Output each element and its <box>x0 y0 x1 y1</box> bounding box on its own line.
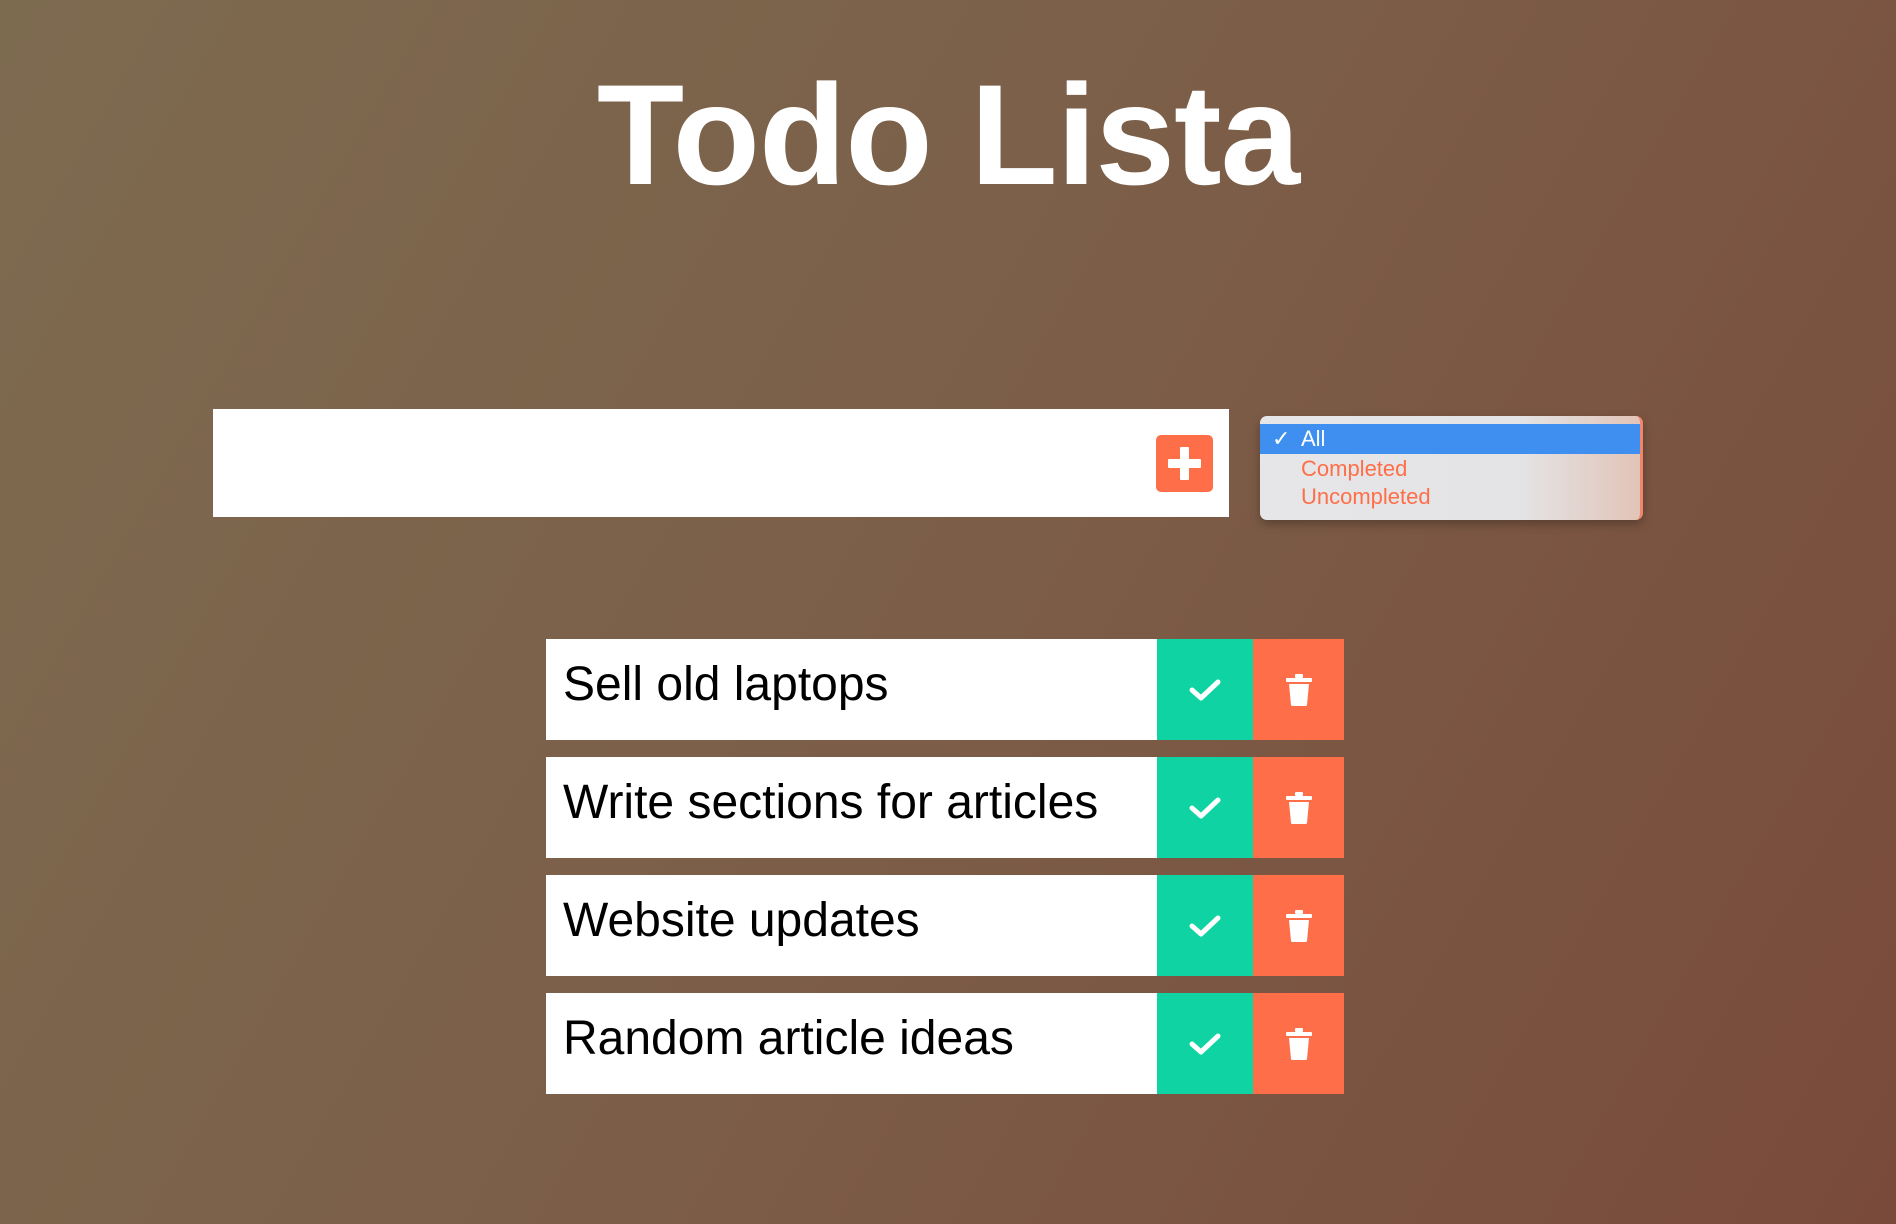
complete-button[interactable] <box>1157 993 1253 1094</box>
todo-input[interactable] <box>213 409 1143 517</box>
todo-item: Write sections for articles <box>546 757 1344 858</box>
filter-option-all[interactable]: ✓ All <box>1260 424 1640 454</box>
todo-item: Sell old laptops <box>546 639 1344 740</box>
check-icon <box>1189 797 1221 818</box>
todo-text: Website updates <box>563 894 920 947</box>
complete-button[interactable] <box>1157 639 1253 740</box>
filter-option-uncompleted[interactable]: Uncompleted <box>1260 482 1640 512</box>
todo-text: Write sections for articles <box>563 776 1099 829</box>
todo-text: Sell old laptops <box>563 658 889 711</box>
filter-dropdown[interactable]: ✓ All Completed Uncompleted <box>1260 416 1643 520</box>
todo-text: Random article ideas <box>563 1012 1014 1065</box>
trash-icon <box>1285 909 1312 942</box>
trash-icon <box>1285 1027 1312 1060</box>
check-icon <box>1189 1033 1221 1054</box>
todo-form <box>213 409 1229 517</box>
trash-button[interactable] <box>1253 875 1344 976</box>
todo-item: Website updates <box>546 875 1344 976</box>
filter-option-label: Uncompleted <box>1301 484 1431 509</box>
complete-button[interactable] <box>1157 875 1253 976</box>
check-mark-icon: ✓ <box>1272 426 1291 451</box>
plus-icon <box>1168 447 1201 480</box>
filter-option-label: All <box>1301 426 1326 451</box>
trash-button[interactable] <box>1253 757 1344 858</box>
check-icon <box>1189 679 1221 700</box>
filter-option-label: Completed <box>1301 456 1408 481</box>
trash-button[interactable] <box>1253 993 1344 1094</box>
trash-icon <box>1285 791 1312 824</box>
page-title: Todo Lista <box>596 56 1300 215</box>
todo-item: Random article ideas <box>546 993 1344 1094</box>
filter-option-completed[interactable]: Completed <box>1260 454 1640 484</box>
complete-button[interactable] <box>1157 757 1253 858</box>
trash-button[interactable] <box>1253 639 1344 740</box>
trash-icon <box>1285 673 1312 706</box>
check-icon <box>1189 915 1221 936</box>
add-todo-button[interactable] <box>1156 435 1213 492</box>
